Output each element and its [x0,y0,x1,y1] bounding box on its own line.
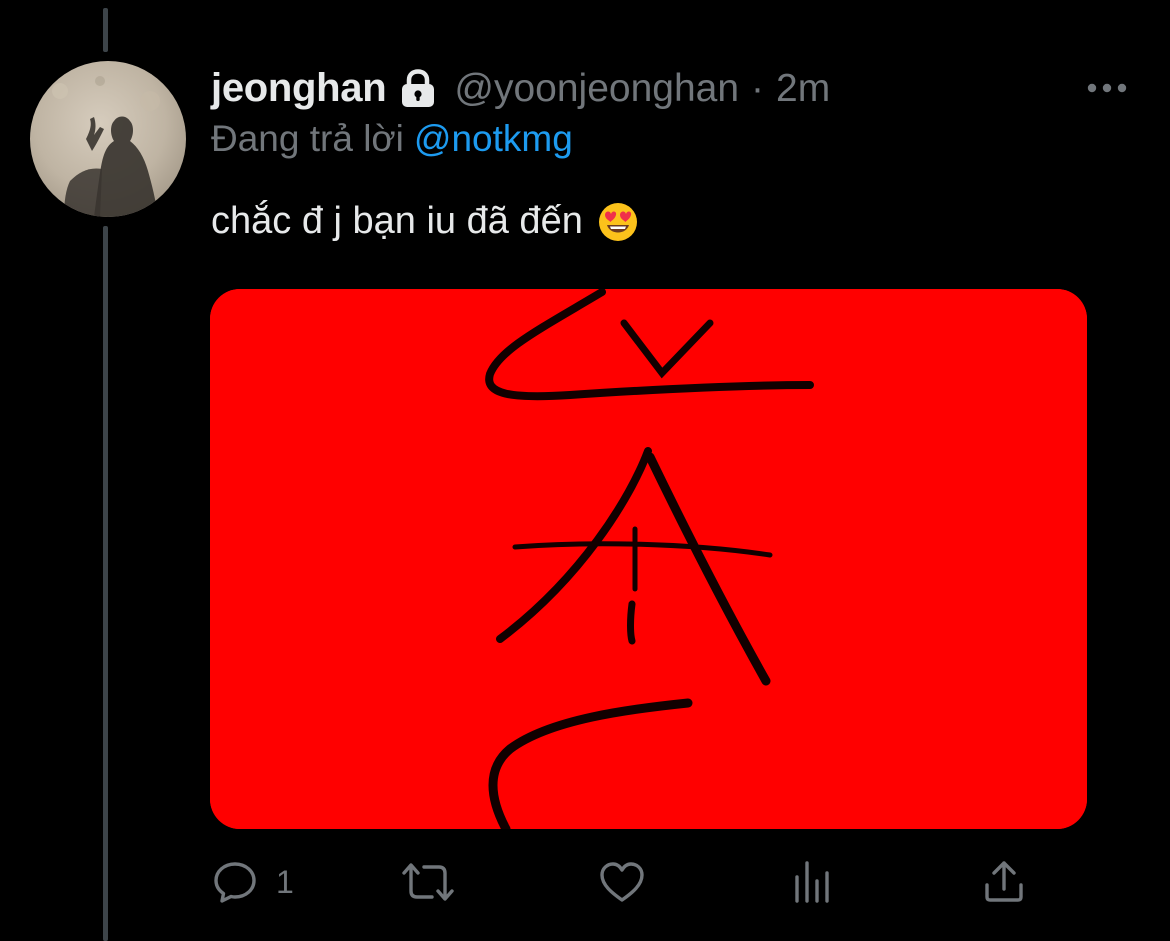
replying-to-handle[interactable]: @notkmg [414,118,573,159]
tweet-text: chắc đ j bạn iu đã đến [211,200,583,242]
smiling-face-with-heart-eyes-icon [597,201,639,243]
thread-line-bottom [103,226,108,941]
lock-icon [398,68,438,109]
retweet-button[interactable] [400,857,456,907]
retweet-icon [400,859,456,905]
user-handle[interactable]: @yoonjeonghan [454,67,739,111]
timestamp[interactable]: 2m [776,67,830,111]
thread-line-top [103,8,108,52]
display-name[interactable]: jeonghan [211,66,387,111]
analytics-icon [792,859,834,905]
share-icon [982,859,1026,905]
analytics-button[interactable] [792,857,834,907]
more-options-icon[interactable] [1086,80,1128,96]
separator-dot: · [751,66,765,110]
reply-icon [212,859,258,905]
action-bar: 1 [212,857,1042,907]
reply-count: 1 [276,863,294,900]
reply-button[interactable]: 1 [212,857,294,907]
tweet-body: chắc đ j bạn iu đã đến [211,200,639,243]
avatar-image [30,61,186,217]
share-button[interactable] [982,857,1026,907]
avatar[interactable] [30,61,186,217]
tweet-media[interactable] [210,289,1087,829]
tweet-header: jeonghan @yoonjeonghan · 2m [211,66,830,111]
calligraphy-image [210,289,1087,829]
like-button[interactable] [598,857,646,907]
tweet-view: jeonghan @yoonjeonghan · 2m Đang trả lời… [0,0,1170,941]
like-icon [598,859,646,905]
replying-to: Đang trả lời @notkmg [211,118,573,160]
replying-to-label: Đang trả lời [211,118,404,159]
